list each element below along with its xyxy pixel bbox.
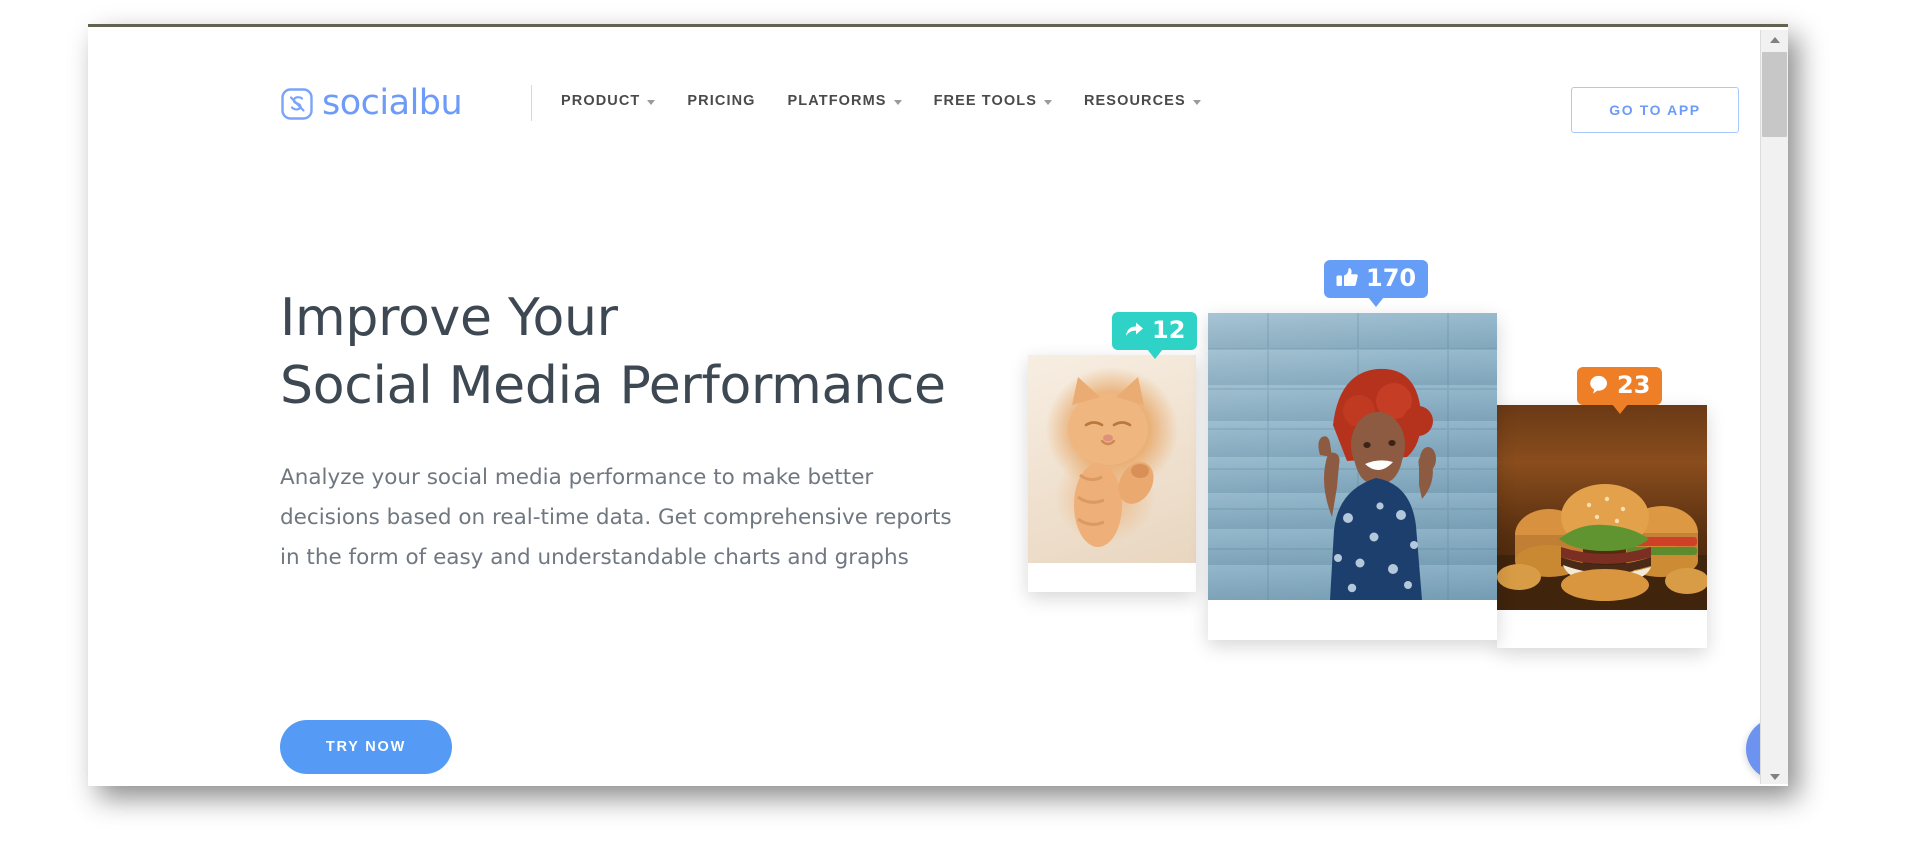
triangle-up-icon xyxy=(1769,37,1780,43)
nav-item-product[interactable]: PRODUCT xyxy=(561,93,656,109)
help-chat-button[interactable] xyxy=(1746,718,1760,780)
speech-bubble-icon xyxy=(1589,374,1609,398)
burgers-photo xyxy=(1497,405,1707,610)
cat-photo xyxy=(1028,355,1196,563)
nav-item-label: RESOURCES xyxy=(1083,93,1186,109)
scroll-down-button[interactable] xyxy=(1761,767,1788,784)
badge-tail xyxy=(1368,297,1385,307)
logo[interactable]: socialbu xyxy=(280,83,463,123)
nav-item-label: FREE TOOLS xyxy=(933,93,1037,109)
scrollbar-thumb[interactable] xyxy=(1762,52,1787,137)
socialbu-logo-icon xyxy=(280,87,314,121)
chevron-down-icon xyxy=(1043,100,1052,105)
chevron-down-icon xyxy=(1192,100,1201,105)
go-to-app-button[interactable]: GO TO APP xyxy=(1571,87,1739,133)
page-title-line-2: Social Media Performance xyxy=(280,355,946,416)
nav-divider xyxy=(531,85,532,121)
scroll-up-button[interactable] xyxy=(1761,30,1788,50)
vertical-scrollbar[interactable] xyxy=(1760,30,1788,784)
badge-tail xyxy=(1611,404,1628,414)
hero-subtitle: Analyze your social media performance to… xyxy=(280,465,952,570)
hero-text-block: Improve Your Social Media Performance An… xyxy=(280,285,1000,774)
page-title-line-1: Improve Your xyxy=(280,288,618,348)
hero-photo-collage: 12 170 23 xyxy=(1018,230,1758,700)
screen: socialbu PRODUCT PRICING PLATFORMS FREE … xyxy=(0,0,1920,850)
badge-tail xyxy=(1146,349,1163,359)
try-now-button[interactable]: TRY NOW xyxy=(280,720,452,774)
nav-item-label: PLATFORMS xyxy=(787,93,887,109)
browser-window: socialbu PRODUCT PRICING PLATFORMS FREE … xyxy=(88,24,1788,784)
chevron-down-icon xyxy=(893,100,902,105)
nav-item-platforms[interactable]: PLATFORMS xyxy=(788,93,902,109)
share-arrow-icon xyxy=(1124,319,1144,343)
comment-count-value: 23 xyxy=(1617,371,1651,399)
like-count-value: 170 xyxy=(1366,264,1417,292)
nav-item-pricing[interactable]: PRICING xyxy=(687,93,755,109)
woman-photo-card xyxy=(1208,313,1497,640)
page-title: Improve Your Social Media Performance xyxy=(280,285,1000,420)
logo-text: socialbu xyxy=(322,83,463,123)
burgers-photo-card xyxy=(1497,405,1707,648)
main-nav: PRODUCT PRICING PLATFORMS FREE TOOLS RES… xyxy=(561,93,1201,109)
comment-count-badge: 23 xyxy=(1577,367,1663,414)
cat-photo-card xyxy=(1028,355,1196,592)
like-count-badge: 170 xyxy=(1324,260,1429,307)
share-count-value: 12 xyxy=(1152,316,1186,344)
chevron-down-icon xyxy=(647,100,656,105)
woman-photo xyxy=(1208,313,1497,600)
nav-item-label: PRICING xyxy=(687,93,756,109)
nav-item-resources[interactable]: RESOURCES xyxy=(1084,93,1201,109)
page-viewport: socialbu PRODUCT PRICING PLATFORMS FREE … xyxy=(88,30,1760,784)
site-header: socialbu PRODUCT PRICING PLATFORMS FREE … xyxy=(88,30,1760,142)
nav-item-label: PRODUCT xyxy=(561,93,641,109)
triangle-down-icon xyxy=(1769,774,1780,780)
share-count-badge: 12 xyxy=(1112,312,1198,359)
nav-item-free-tools[interactable]: FREE TOOLS xyxy=(934,93,1052,109)
thumbs-up-icon xyxy=(1336,267,1358,291)
